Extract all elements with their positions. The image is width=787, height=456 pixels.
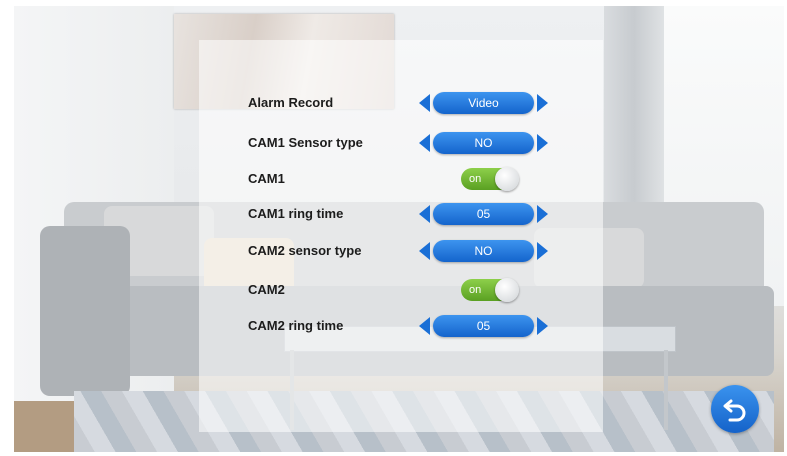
next-option-button[interactable] <box>537 94 548 112</box>
alarm-record-value[interactable]: Video <box>433 92 534 114</box>
setting-label: CAM1 <box>248 171 285 186</box>
cam1-ring-time-value[interactable]: 05 <box>433 203 534 225</box>
cam2-sensor-type-value[interactable]: NO <box>433 240 534 262</box>
setting-row-alarm-record: Alarm Record Video <box>248 89 558 117</box>
setting-row-cam1: CAM1 on <box>248 165 558 193</box>
setting-row-cam2: CAM2 on <box>248 276 558 304</box>
back-button[interactable] <box>711 385 759 433</box>
toggle-state-label: on <box>469 173 482 185</box>
cam1-sensor-type-value[interactable]: NO <box>433 132 534 154</box>
next-option-button[interactable] <box>537 134 548 152</box>
toggle-state-label: on <box>469 284 482 296</box>
setting-label: CAM1 Sensor type <box>248 135 363 150</box>
setting-label: CAM2 <box>248 282 285 297</box>
setting-label: CAM2 ring time <box>248 318 344 333</box>
setting-row-cam1-ring-time: CAM1 ring time 05 <box>248 200 558 228</box>
prev-option-button[interactable] <box>419 94 430 112</box>
setting-row-cam2-sensor-type: CAM2 sensor type NO <box>248 237 558 265</box>
prev-option-button[interactable] <box>419 205 430 223</box>
setting-row-cam1-sensor-type: CAM1 Sensor type NO <box>248 129 558 157</box>
setting-label: CAM1 ring time <box>248 206 344 221</box>
cam2-toggle[interactable]: on <box>461 278 519 302</box>
setting-row-cam2-ring-time: CAM2 ring time 05 <box>248 312 558 340</box>
cam1-toggle[interactable]: on <box>461 167 519 191</box>
cam2-ring-time-value[interactable]: 05 <box>433 315 534 337</box>
next-option-button[interactable] <box>537 242 548 260</box>
next-option-button[interactable] <box>537 205 548 223</box>
setting-label: CAM2 sensor type <box>248 243 362 258</box>
prev-option-button[interactable] <box>419 242 430 260</box>
prev-option-button[interactable] <box>419 317 430 335</box>
toggle-knob <box>495 167 519 191</box>
settings-screen: Alarm Record Video CAM1 Sensor type NO C… <box>0 0 787 456</box>
prev-option-button[interactable] <box>419 134 430 152</box>
setting-label: Alarm Record <box>248 95 334 110</box>
next-option-button[interactable] <box>537 317 548 335</box>
toggle-knob <box>495 278 519 302</box>
